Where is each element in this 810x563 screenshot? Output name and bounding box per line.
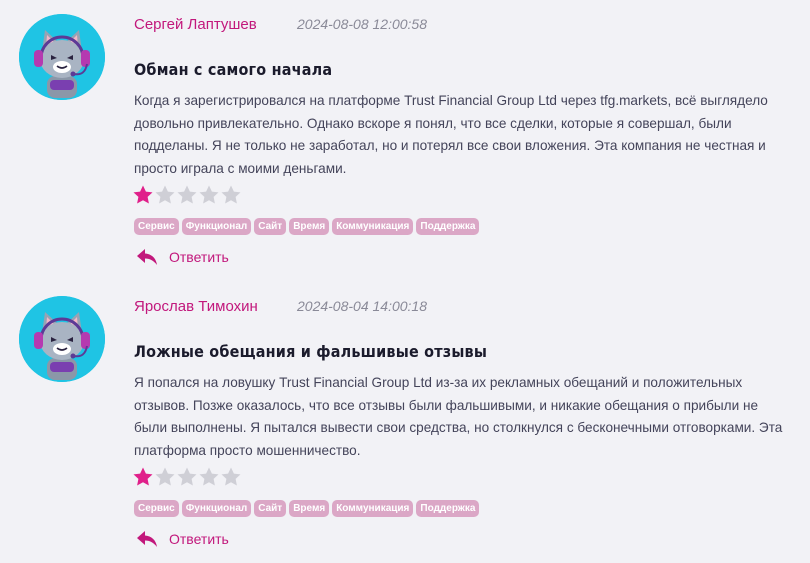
tag: Время [289,218,330,235]
tag: Коммуникация [332,218,414,235]
review-title: Ложные обещания и фальшивые отзывы [134,342,488,361]
review-date: 2024-08-04 14:00:18 [297,298,427,314]
star-rating [132,466,242,488]
star-filled-icon [133,467,153,486]
gamer-cat-avatar-icon [19,14,105,100]
star-empty-icon [155,185,175,204]
reply-arrow-icon [137,249,157,265]
reply-button[interactable]: Ответить [136,248,229,266]
review-date: 2024-08-08 12:00:58 [297,16,427,32]
star-rating [132,184,242,206]
tag: Сайт [254,218,287,235]
tag: Функционал [181,218,252,235]
star-empty-icon [221,185,241,204]
reply-label: Ответить [169,531,229,547]
star-empty-icon [199,467,219,486]
tag: Сервис [134,218,179,235]
star-empty-icon [199,185,219,204]
avatar [19,14,105,100]
review-card: Ярослав Тимохин 2024-08-04 14:00:18 Ложн… [0,282,810,563]
star-empty-icon [155,467,175,486]
review-body: Когда я зарегистрировался на платформе T… [134,93,768,176]
tag: Поддержка [416,218,480,235]
star-empty-icon [177,467,197,486]
star-filled-icon [133,185,153,204]
tag: Коммуникация [332,500,414,517]
tag: Сайт [254,500,287,517]
tag: Время [289,500,330,517]
tag-list: Сервис Функционал Сайт Время Коммуникаци… [134,500,480,517]
star-empty-icon [177,185,197,204]
tag-list: Сервис Функционал Сайт Время Коммуникаци… [134,218,480,235]
tag: Сервис [134,500,179,517]
review-card: Сергей Лаптушев 2024-08-08 12:00:58 Обма… [0,0,810,281]
reply-label: Ответить [169,249,229,265]
tag: Функционал [181,500,252,517]
star-empty-icon [221,467,241,486]
review-author: Ярослав Тимохин [134,298,258,315]
review-body: Я попался на ловушку Trust Financial Gro… [134,375,783,458]
gamer-cat-avatar-icon [19,296,105,382]
reply-button[interactable]: Ответить [136,530,229,548]
review-author: Сергей Лаптушев [134,16,257,33]
tag: Поддержка [416,500,480,517]
reply-arrow-icon [137,531,157,547]
avatar [19,296,105,382]
review-title: Обман с самого начала [134,60,333,79]
